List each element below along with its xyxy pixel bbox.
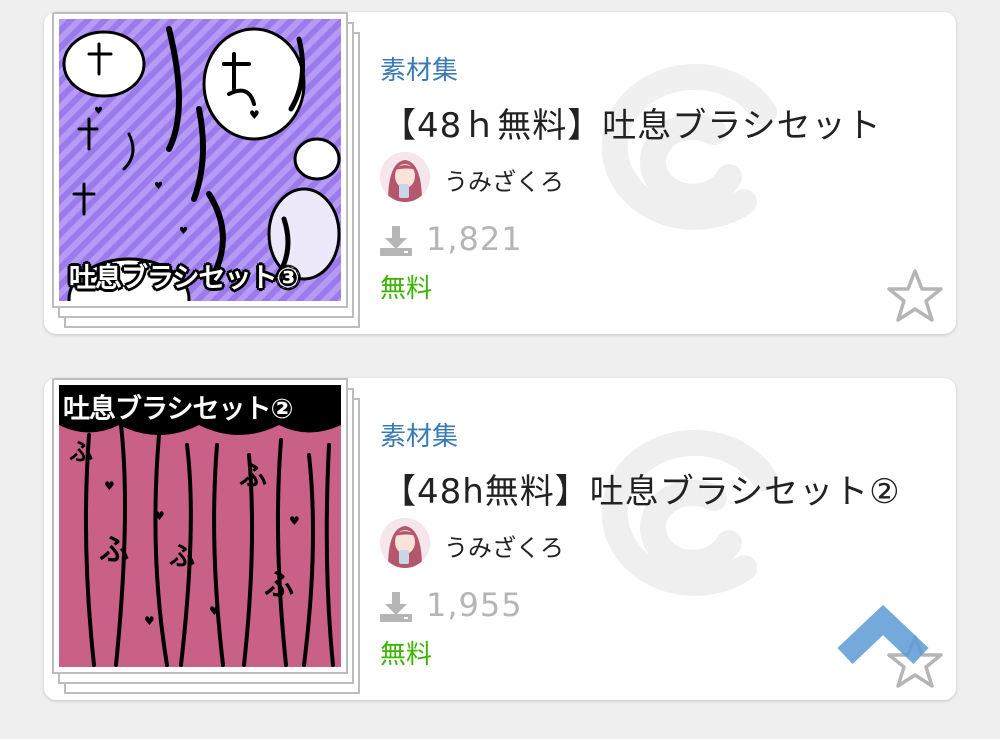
chevron-up-icon[interactable] [835, 604, 931, 666]
thumbnail: ♥ ♥ ♥ ♥ 吐息ブラシセット③ [52, 12, 348, 308]
svg-text:♥: ♥ [289, 514, 300, 528]
thumbnail-art: ♥ ♥ ♥ ♥ 吐息ブラシセット③ [59, 19, 341, 301]
thumbnail-stack[interactable]: ♥ ♥ ♥ ♥ 吐息ブラシセット③ [52, 12, 382, 334]
svg-text:♥: ♥ [209, 604, 220, 618]
download-icon [380, 592, 412, 622]
svg-text:♥: ♥ [104, 479, 115, 493]
thumbnail-stack[interactable]: ふ ふ ふ ふ ふ ♥ ♥ ♥ ♥ ♥ 吐息ブラシセット② [52, 378, 382, 700]
svg-text:♥: ♥ [249, 108, 260, 122]
item-title[interactable]: 【48h無料】吐息ブラシセット② [382, 464, 901, 513]
svg-text:ふ: ふ [69, 438, 93, 466]
download-count-value: 1,955 [426, 586, 523, 624]
thumbnail-art: ふ ふ ふ ふ ふ ♥ ♥ ♥ ♥ ♥ 吐息ブラシセット② [59, 385, 341, 667]
thumbnail-label: 吐息ブラシセット② [63, 394, 293, 425]
svg-text:ふ: ふ [99, 533, 129, 568]
svg-text:ふ: ふ [239, 459, 267, 492]
material-card[interactable]: ♥ ♥ ♥ ♥ 吐息ブラシセット③ 素材集 【48ｈ無料】吐息ブラシセット うみ… [44, 12, 956, 334]
svg-text:ふ: ふ [264, 568, 294, 603]
category-label[interactable]: 素材集 [380, 50, 458, 87]
svg-text:♥: ♥ [154, 181, 163, 192]
category-label[interactable]: 素材集 [380, 416, 458, 453]
download-count-value: 1,821 [426, 220, 523, 258]
star-outline-icon[interactable] [886, 268, 944, 324]
watermark-logo [574, 418, 804, 622]
svg-text:♥: ♥ [154, 509, 165, 523]
author-name[interactable]: うみざくろ [444, 528, 564, 563]
thumbnail-label: 吐息ブラシセット③ [69, 263, 299, 294]
avatar[interactable] [380, 152, 430, 202]
item-title[interactable]: 【48ｈ無料】吐息ブラシセット [382, 98, 882, 147]
material-card[interactable]: ふ ふ ふ ふ ふ ♥ ♥ ♥ ♥ ♥ 吐息ブラシセット② 素材集 【48h無料… [44, 378, 956, 700]
svg-text:ふ: ふ [169, 542, 195, 572]
download-icon [380, 226, 412, 256]
watermark-logo [574, 52, 804, 256]
price-label: 無料 [380, 274, 433, 304]
author-name[interactable]: うみざくろ [444, 162, 564, 197]
thumbnail: ふ ふ ふ ふ ふ ♥ ♥ ♥ ♥ ♥ 吐息ブラシセット② [52, 378, 348, 674]
svg-text:♥: ♥ [179, 226, 188, 237]
price-label: 無料 [380, 640, 433, 670]
avatar[interactable] [380, 518, 430, 568]
svg-text:♥: ♥ [144, 614, 155, 628]
svg-text:♥: ♥ [94, 106, 103, 117]
